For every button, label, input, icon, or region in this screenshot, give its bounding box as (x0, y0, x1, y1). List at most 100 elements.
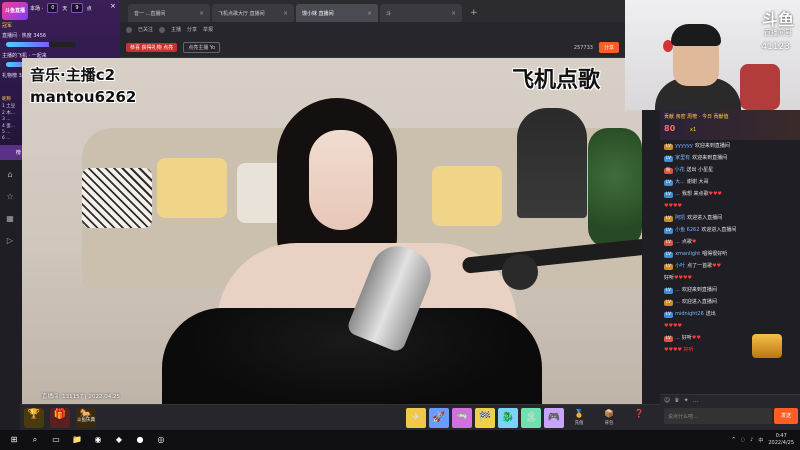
chat-username[interactable]: 小花 (675, 167, 685, 173)
close-icon[interactable]: × (110, 2, 116, 10)
target-icon[interactable]: ◎ (154, 433, 168, 447)
more-icon[interactable]: … (693, 397, 699, 404)
chat-username[interactable]: 家里有 (675, 155, 690, 161)
room-bar-item[interactable]: 主播 (171, 26, 181, 33)
follow-icon[interactable]: ☆ (3, 190, 17, 204)
close-icon[interactable]: × (451, 10, 456, 17)
video-overlay-line-1: 音乐·主播c2 (30, 66, 116, 84)
chat-text: 欢迎进入直播间 (681, 299, 717, 305)
horse-icon[interactable]: 🐎 斗鱼庆典 (76, 408, 96, 428)
chat-username[interactable]: ... (675, 191, 680, 197)
category-icon[interactable]: ▦ (3, 212, 17, 226)
horse-icon-glyph: 🐎 (79, 409, 93, 420)
user-level-badge: LV (664, 192, 674, 198)
chat-username[interactable]: 小叶 (675, 263, 685, 269)
emoji-icon[interactable]: ☺ (664, 397, 670, 404)
gift-icon[interactable]: 🎮 (544, 408, 564, 428)
room-bar-item[interactable]: 举报 (203, 26, 213, 33)
gift-icon[interactable]: ✈ (406, 408, 426, 428)
chat-message: 粉小花 送出 小星星 (660, 164, 800, 176)
gift-tool-button[interactable]: 🏅 充值 (568, 408, 590, 428)
gift-tool-button[interactable]: ❓ (628, 408, 650, 428)
fan-badge-icon[interactable]: ♛ (674, 397, 679, 404)
chat-username[interactable]: ... (675, 299, 680, 305)
trophy-icon[interactable]: 🏆 (24, 408, 44, 428)
heart-icon: ♥♥♥♥ 好听 (664, 347, 694, 353)
browser-tab[interactable]: 斗 × (380, 4, 462, 22)
taskview-icon[interactable]: ▭ (49, 433, 63, 447)
chat-message: LV 家里有 欢迎来到直播间 (660, 152, 800, 164)
chat-input-area: ☺ ♛ ✦ … 说点什么吧... 发送 (660, 394, 800, 430)
chat-username[interactable]: ... (675, 335, 680, 341)
chat-username[interactable]: midnight26 (675, 311, 704, 317)
treasure-chest-icon[interactable] (752, 334, 782, 358)
chat-text: 欢迎来到直播间 (694, 143, 730, 149)
app-icon[interactable]: ◆ (112, 433, 126, 447)
table-cell: 1 土豆 (2, 104, 16, 109)
close-icon[interactable]: × (367, 10, 372, 17)
table-cell: 2 木... (2, 111, 16, 116)
browser-icon[interactable]: ● (133, 433, 147, 447)
chrome-icon[interactable]: ◉ (91, 433, 105, 447)
gift-icon[interactable]: 🦈 (452, 408, 472, 428)
chat-username[interactable]: ... (675, 239, 680, 245)
browser-tab[interactable]: 馒小妹 直播间 × (296, 4, 378, 22)
chat-text: 点歌 (681, 239, 692, 245)
user-level-badge: LV (664, 216, 674, 222)
close-icon[interactable]: × (199, 10, 204, 17)
gift-tool-button[interactable]: 📦 背包 (598, 408, 620, 428)
video-icon[interactable]: ▷ (3, 234, 17, 248)
gift-icon[interactable]: 🐉 (498, 408, 518, 428)
windows-start-icon[interactable]: ⊞ (7, 433, 21, 447)
trophy-icon-glyph: 🏆 (27, 409, 41, 420)
share-button[interactable]: 分享 (598, 42, 619, 53)
close-icon[interactable]: × (283, 10, 288, 17)
search-icon[interactable]: ⌕ (28, 433, 42, 447)
chat-username[interactable]: 小鱼 6262 (675, 227, 699, 233)
chat-username[interactable]: 大... (675, 179, 685, 185)
room-bar-item[interactable]: 已关注 (138, 26, 153, 33)
gift-icon[interactable]: 🏁 (475, 408, 495, 428)
chat-username[interactable]: yyyyyy (675, 143, 693, 149)
chat-message: LV 大... 谢谢 大哥 (660, 176, 800, 188)
chat-message: ♥♥♥♥ (660, 320, 800, 332)
heart-icon: ♥ (691, 239, 697, 245)
network-icon[interactable]: ◌ (741, 437, 745, 443)
panel-tab[interactable]: 榜 (16, 149, 21, 156)
tray-chevron-icon[interactable]: ^ (732, 437, 736, 443)
chat-username[interactable]: xmanlight (675, 251, 700, 257)
taskbar-clock[interactable]: 0:47 2022/4/25 (768, 433, 794, 447)
gift-icon[interactable]: 🏝 (521, 408, 541, 428)
video-plant (588, 128, 642, 248)
send-button[interactable]: 发送 (774, 408, 798, 424)
webcam-hair (671, 24, 721, 46)
table-cell: 5 ... (2, 130, 11, 135)
stat-right: 点 (86, 5, 92, 12)
gift-box-icon[interactable]: 🎁 (50, 408, 70, 428)
home-icon[interactable]: ⌂ (3, 168, 17, 182)
input-language[interactable]: 中 (758, 437, 763, 444)
chat-username[interactable]: 阿凯 (675, 215, 685, 221)
chat-username[interactable]: ... (675, 287, 680, 293)
light-up-button[interactable]: 点亮主播 Yo (183, 42, 221, 53)
new-tab-icon[interactable]: + (470, 4, 478, 22)
user-level-badge: 粉 (664, 168, 673, 174)
live-video[interactable]: 音乐·主播c2 mantou6262 飞机点歌 直播间: 131157 | 20… (22, 58, 642, 404)
browser-tab[interactable]: 音一 ...直播间 × (128, 4, 210, 22)
browser-tab[interactable]: 飞机点歌大厅 直播间 × (212, 4, 294, 22)
volume-icon[interactable]: ♪ (750, 437, 753, 443)
gift-bar: 🏆 🎁 🐎 斗鱼庆典 ✈ 🚀 🦈 🏁 🐉 🏝 🎮 🏅 充值 📦 背包 ❓ (20, 404, 660, 430)
user-level-badge: LV (664, 156, 674, 162)
chat-message: LV... 点歌♥ (660, 236, 800, 248)
user-level-badge: LV (664, 144, 674, 150)
chat-text: 点了一首歌 (687, 263, 713, 269)
gift-icon[interactable]: 🚀 (429, 408, 449, 428)
tool-icon: 🏅 (574, 409, 584, 418)
room-bar-item[interactable]: 分享 (187, 26, 197, 33)
room-number: 257733 (573, 44, 593, 51)
folder-icon[interactable]: 📁 (70, 433, 84, 447)
gift-icon[interactable]: ✦ (684, 397, 689, 404)
chat-input[interactable]: 说点什么吧... (664, 408, 772, 424)
video-cushion (157, 158, 227, 218)
event-badge[interactable]: 恭喜 获得礼物 点亮 (126, 43, 178, 52)
